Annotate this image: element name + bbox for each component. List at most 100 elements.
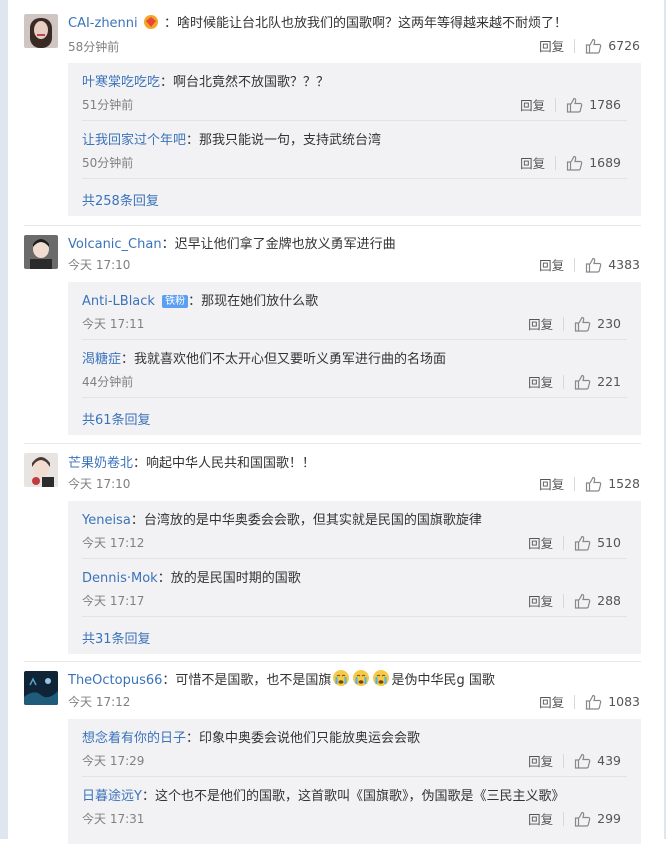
fan-badge: 铁粉 (162, 295, 189, 308)
like-button[interactable]: 1689 (566, 155, 621, 171)
divider (563, 535, 565, 550)
username[interactable]: 让我回家过个年吧 (82, 133, 186, 148)
username[interactable]: Dennis·Mok (82, 571, 158, 586)
divider (555, 155, 557, 170)
more-replies-link[interactable]: 共61条回复 (82, 409, 151, 428)
reply-button[interactable]: 回复 (528, 533, 553, 552)
divider (563, 316, 565, 331)
reply-button[interactable]: 回复 (539, 255, 564, 274)
like-button[interactable]: 288 (574, 593, 621, 609)
reply-list: Yeneisa：台湾放的是中华奥委会会歌，但其实就是民国的国旗歌旋律 今天 17… (68, 501, 641, 654)
username[interactable]: Volcanic_Chan (68, 237, 162, 252)
divider (82, 558, 627, 559)
thumbs-up-icon (575, 316, 591, 332)
thumbs-up-icon (586, 476, 602, 492)
left-frame-border (0, 0, 8, 839)
comment-text: ：响起中华人民共和国国歌！！ (133, 456, 316, 471)
comment-text: ：啥时候能让台北队也放我们的国歌啊？这两年等得越来越不耐烦了！ (163, 16, 567, 31)
like-count: 1689 (589, 155, 621, 170)
divider (555, 97, 557, 112)
comment-text: ：可惜不是国歌，也不是国旗 (162, 673, 332, 688)
reply-button[interactable]: 回复 (520, 95, 545, 114)
reply-button[interactable]: 回复 (520, 153, 545, 172)
username[interactable]: 芒果奶卷北 (68, 456, 133, 471)
timestamp: 今天 17:12 (82, 536, 145, 550)
reply-text: ：放的是民国时期的国歌 (157, 571, 301, 586)
username[interactable]: TheOctopus66 (68, 673, 162, 688)
like-count: 1083 (608, 694, 640, 709)
divider (574, 694, 576, 709)
reply-text: ：台湾放的是中华奥委会会歌，但其实就是民国的国旗歌旋律 (130, 513, 482, 528)
like-button[interactable]: 6726 (585, 38, 640, 54)
thumbs-up-icon (567, 155, 583, 171)
username[interactable]: 想念着有你的日子 (82, 731, 186, 746)
comment-text: 是伪中华民g 国歌 (391, 673, 495, 688)
comment-text: ：迟早让他们拿了金牌也放义勇军进行曲 (161, 237, 396, 252)
like-button[interactable]: 1786 (566, 97, 621, 113)
reply-button[interactable]: 回复 (539, 474, 564, 493)
avatar[interactable] (24, 453, 58, 487)
like-button[interactable]: 299 (574, 811, 621, 827)
like-button[interactable]: 1528 (585, 476, 640, 492)
username[interactable]: CAI-zhenni (68, 16, 138, 31)
reply-text: ：那我只能说一句，支持武统台湾 (186, 133, 382, 148)
reply-text: ：那现在她们放什么歌 (188, 294, 319, 309)
like-count: 230 (597, 316, 621, 331)
comment-content: 芒果奶卷北：响起中华人民共和国国歌！！ (68, 452, 315, 471)
more-replies-link[interactable]: 共258条回复 (82, 190, 159, 209)
divider (24, 225, 641, 226)
reply-button[interactable]: 回复 (528, 809, 553, 828)
reply-list: 叶寒棠吃吃吃：啊台北竟然不放国歌？？？ 51分钟前 回复 1786 让我回家过个… (68, 63, 641, 216)
like-count: 299 (597, 811, 621, 826)
reply-button[interactable]: 回复 (528, 372, 553, 391)
divider (563, 753, 565, 768)
timestamp: 50分钟前 (82, 156, 134, 170)
like-count: 510 (597, 535, 621, 550)
username[interactable]: 叶寒棠吃吃吃 (82, 75, 160, 90)
divider (574, 38, 576, 53)
like-button[interactable]: 510 (574, 535, 621, 551)
like-button[interactable]: 4383 (585, 257, 640, 273)
divider (24, 443, 641, 444)
reply-button[interactable]: 回复 (528, 314, 553, 333)
reply-text: ：印象中奥委会说他们只能放奥运会会歌 (186, 731, 421, 746)
vip-badge-icon (142, 14, 160, 34)
like-button[interactable]: 1083 (585, 694, 640, 710)
like-button[interactable]: 439 (574, 753, 621, 769)
reply-button[interactable]: 回复 (539, 692, 564, 711)
crying-face-icon (371, 669, 391, 691)
avatar[interactable] (24, 14, 58, 48)
username[interactable]: 日暮途远Y (82, 789, 142, 804)
divider (563, 593, 565, 608)
like-button[interactable]: 221 (574, 374, 621, 390)
thumbs-up-icon (586, 694, 602, 710)
username[interactable]: Anti-LBlack (82, 294, 155, 309)
comment-content: TheOctopus66：可惜不是国歌，也不是国旗 是伪中华民g 国歌 (68, 669, 495, 691)
timestamp: 今天 17:17 (82, 594, 145, 608)
like-count: 1528 (608, 476, 640, 491)
reply-text: ：这个也不是他们的国歌，这首歌叫《国旗歌》，伪国歌是《三民主义歌》 (141, 789, 565, 804)
timestamp: 今天 17:10 (68, 258, 131, 272)
avatar[interactable] (24, 235, 58, 269)
username[interactable]: 渴糖症 (82, 352, 121, 367)
reply-button[interactable]: 回复 (539, 36, 564, 55)
avatar[interactable] (24, 671, 58, 705)
crying-face-icon (351, 669, 371, 691)
divider (574, 257, 576, 272)
divider (82, 776, 627, 777)
like-count: 221 (597, 374, 621, 389)
thumbs-up-icon (575, 535, 591, 551)
reply-button[interactable]: 回复 (528, 591, 553, 610)
reply-button[interactable]: 回复 (528, 751, 553, 770)
username[interactable]: Yeneisa (82, 513, 131, 528)
thumbs-up-icon (575, 374, 591, 390)
like-count: 1786 (589, 97, 621, 112)
timestamp: 58分钟前 (68, 40, 120, 54)
divider (82, 120, 627, 121)
more-replies-link[interactable]: 共31条回复 (82, 628, 151, 647)
timestamp: 今天 17:11 (82, 317, 145, 331)
timestamp: 今天 17:31 (82, 812, 145, 826)
like-button[interactable]: 230 (574, 316, 621, 332)
thumbs-up-icon (567, 97, 583, 113)
thumbs-up-icon (575, 593, 591, 609)
